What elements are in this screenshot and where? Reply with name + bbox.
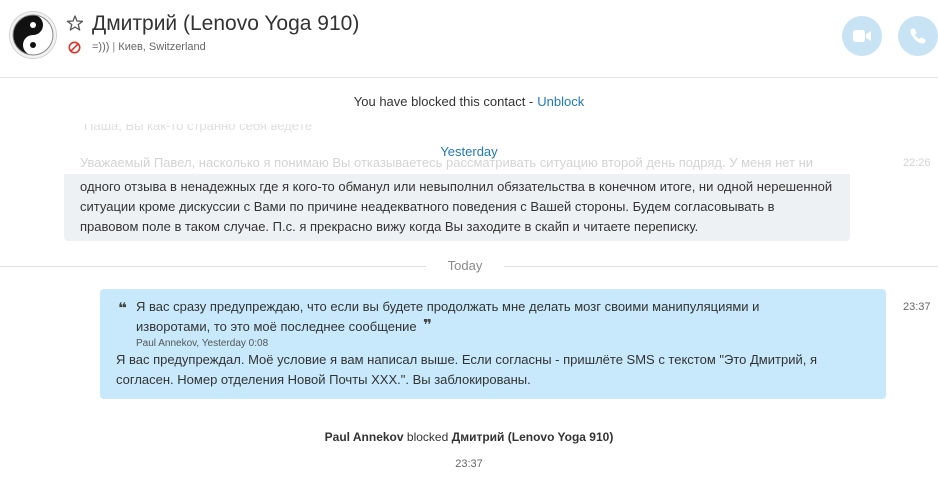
video-call-button[interactable] (842, 16, 882, 56)
system-message-time: 23:37 (455, 458, 483, 470)
quote-author: Paul Annekov, Yesterday 0:08 (136, 338, 269, 349)
divider-line-left (0, 266, 426, 267)
contact-name: Дмитрий (Lenovo Yoga 910) (92, 12, 360, 35)
separator: | (112, 41, 116, 53)
outgoing-message-time: 23:37 (903, 301, 931, 313)
blocked-banner-text: You have blocked this contact - (353, 93, 534, 109)
date-divider-today: Today (0, 258, 938, 274)
blocked-icon (68, 41, 81, 54)
conversation-header: Дмитрий (Lenovo Yoga 910) =))) | Киев, Swi… (0, 0, 938, 78)
quoted-text: Я вас сразу предупреждаю, что если вы бу… (136, 299, 760, 334)
yin-yang-icon (10, 12, 56, 58)
avatar[interactable] (10, 12, 56, 58)
incoming-message-text: одного отзыва в ненадежных где я кого-то… (80, 179, 833, 234)
chat-window: Дмитрий (Lenovo Yoga 910) =))) | Киев, Swi… (0, 0, 938, 485)
divider-line-right (504, 266, 938, 267)
message-history[interactable]: Паша, Вы как-то странно себя ведёте Уваж… (0, 124, 938, 485)
video-camera-icon (853, 30, 871, 42)
phone-icon (910, 28, 926, 44)
blocked-contact-banner: You have blocked this contact - Unblock (0, 78, 938, 124)
quote-close-icon: ❞ (423, 317, 432, 334)
date-divider-yesterday: Yesterday (440, 144, 498, 159)
location: Киев, Switzerland (118, 41, 206, 53)
mood-message: =))) (92, 41, 110, 53)
outgoing-message-bubble[interactable]: ❝ Я вас сразу предупреждаю, что если вы … (100, 289, 886, 399)
mood-and-location: =))) | Киев, Switzerland (92, 41, 206, 53)
system-target: Дмитрий (Lenovo Yoga 910) (451, 430, 614, 444)
system-actor: Paul Annekov (324, 430, 404, 444)
faded-previous-message: Паша, Вы как-то странно себя ведёте (84, 124, 313, 133)
audio-call-button[interactable] (898, 16, 938, 56)
unblock-link[interactable]: Unblock (537, 94, 584, 109)
system-message-blocked: Paul Annekov blocked Дмитрий (Lenovo Yog… (0, 430, 938, 444)
star-outline-icon[interactable] (66, 14, 84, 32)
quote-open-icon: ❝ (118, 300, 127, 317)
incoming-message-bubble[interactable]: одного отзыва в ненадежных где я кого-то… (64, 174, 850, 241)
outgoing-message-text: Я вас предупреждал. Моё условие я вам на… (116, 352, 817, 387)
system-action: blocked (406, 430, 449, 444)
today-label: Today (447, 258, 483, 273)
